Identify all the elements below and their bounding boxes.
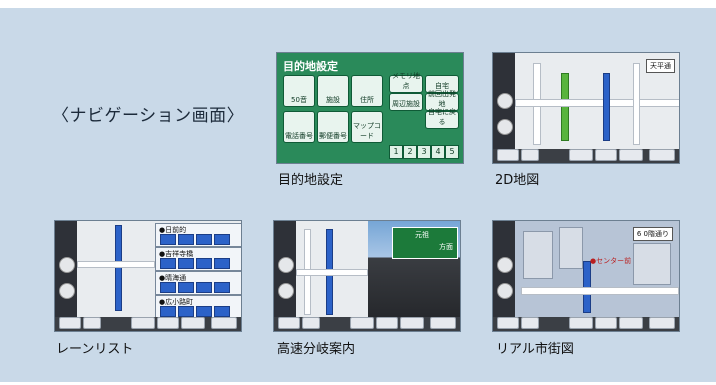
lane-cell bbox=[214, 306, 230, 317]
button-detail[interactable] bbox=[497, 317, 519, 329]
map-2d-screen: 天平通 bbox=[492, 52, 680, 164]
destination-menu-screen: 目的地設定 50音 施設 住所 メモリ地点 自宅 周辺施設 前回出発地 電話番号… bbox=[276, 52, 464, 164]
button-wide[interactable] bbox=[649, 317, 675, 329]
lane-cell bbox=[178, 306, 194, 317]
sidebar bbox=[493, 221, 515, 317]
button-nearby[interactable] bbox=[595, 317, 617, 329]
page: 〈ナビゲーション画面〉 目的地設定 50音 施設 住所 メモリ地点 自宅 周辺施… bbox=[0, 0, 716, 385]
lane-row: ●晴海通 bbox=[155, 271, 241, 295]
button-wide[interactable] bbox=[430, 317, 456, 329]
compass-icon bbox=[497, 257, 513, 273]
tile-postal[interactable]: 郵便番号 bbox=[317, 111, 349, 143]
lane-cell bbox=[160, 258, 176, 269]
map-tag: 天平通 bbox=[646, 59, 675, 73]
route-road bbox=[115, 225, 122, 311]
number-2[interactable]: 2 bbox=[403, 145, 417, 159]
lane-list-screen: ●日前的 ●吉祥寺橋 ●晴海通 ●広小路町 bbox=[54, 220, 242, 332]
dial-icon bbox=[497, 283, 513, 299]
compass-icon bbox=[59, 257, 75, 273]
sidebar bbox=[274, 221, 296, 317]
button-display[interactable] bbox=[569, 149, 593, 161]
building bbox=[523, 231, 553, 279]
map-tag: 6 0階通り bbox=[632, 227, 673, 241]
number-1[interactable]: 1 bbox=[389, 145, 403, 159]
caption-lane-list: レーンリスト bbox=[56, 342, 134, 357]
lane-cell bbox=[160, 282, 176, 293]
compass-icon bbox=[497, 93, 513, 109]
button-register[interactable] bbox=[400, 317, 424, 329]
lane-cell bbox=[214, 282, 230, 293]
button-scale[interactable] bbox=[302, 317, 320, 329]
lane-cell bbox=[196, 282, 212, 293]
lane-cell bbox=[196, 234, 212, 245]
button-wide[interactable] bbox=[649, 149, 675, 161]
compass-icon bbox=[278, 257, 294, 273]
dial-icon bbox=[278, 283, 294, 299]
lane-cell bbox=[178, 234, 194, 245]
button-scale[interactable] bbox=[83, 317, 101, 329]
building bbox=[633, 243, 671, 285]
button-display[interactable] bbox=[350, 317, 374, 329]
lane-row: ●日前的 bbox=[155, 223, 241, 247]
sidebar bbox=[493, 53, 515, 149]
route-road bbox=[603, 73, 610, 141]
tile-memory[interactable]: メモリ地点 bbox=[389, 72, 423, 93]
lane-cell bbox=[196, 258, 212, 269]
section-heading: 〈ナビゲーション画面〉 bbox=[52, 106, 245, 126]
number-4[interactable]: 4 bbox=[431, 145, 445, 159]
button-nearby[interactable] bbox=[157, 317, 179, 329]
lane-cell bbox=[214, 258, 230, 269]
caption-2d-map: 2D地図 bbox=[495, 173, 540, 188]
road bbox=[521, 287, 679, 295]
button-detail[interactable] bbox=[59, 317, 81, 329]
highlight-road bbox=[561, 73, 569, 141]
map-label: ●センター前 bbox=[590, 257, 632, 265]
caption-destination: 目的地設定 bbox=[278, 173, 344, 188]
button-nearby[interactable] bbox=[595, 149, 617, 161]
tile-go-home[interactable]: 自宅に戻る bbox=[425, 108, 459, 129]
button-scale[interactable] bbox=[521, 317, 539, 329]
button-register[interactable] bbox=[619, 317, 643, 329]
tile-address[interactable]: 住所 bbox=[351, 75, 383, 107]
lane-cell bbox=[196, 306, 212, 317]
tile-nearby[interactable]: 周辺施設 bbox=[389, 93, 423, 111]
background-panel: 〈ナビゲーション画面〉 目的地設定 50音 施設 住所 メモリ地点 自宅 周辺施… bbox=[0, 8, 716, 382]
button-detail[interactable] bbox=[497, 149, 519, 161]
real-city-screen: 6 0階通り ●センター前 bbox=[492, 220, 680, 332]
destination-title: 目的地設定 bbox=[283, 60, 338, 73]
highway-junction-screen: 元祖 方面 bbox=[273, 220, 461, 332]
number-3[interactable]: 3 bbox=[417, 145, 431, 159]
lane-row: ●吉祥寺橋 bbox=[155, 247, 241, 271]
lane-cell bbox=[214, 234, 230, 245]
button-display[interactable] bbox=[131, 317, 155, 329]
road bbox=[77, 261, 155, 268]
sidebar bbox=[55, 221, 77, 317]
road bbox=[515, 99, 679, 107]
button-wide[interactable] bbox=[211, 317, 237, 329]
number-5[interactable]: 5 bbox=[445, 145, 459, 159]
button-nearby[interactable] bbox=[376, 317, 398, 329]
tile-mapcode[interactable]: マップコード bbox=[351, 111, 383, 143]
lane-cell bbox=[178, 282, 194, 293]
dial-icon bbox=[497, 119, 513, 135]
road bbox=[633, 63, 640, 145]
lane-cell bbox=[160, 234, 176, 245]
highway-sign: 元祖 方面 bbox=[392, 227, 458, 259]
tile-facility[interactable]: 施設 bbox=[317, 75, 349, 107]
building bbox=[559, 227, 583, 269]
caption-highway: 高速分岐案内 bbox=[277, 342, 356, 357]
tile-phone[interactable]: 電話番号 bbox=[283, 111, 315, 143]
lane-row: ●広小路町 bbox=[155, 295, 241, 319]
button-display[interactable] bbox=[569, 317, 593, 329]
button-register[interactable] bbox=[181, 317, 205, 329]
button-zoom[interactable] bbox=[278, 317, 300, 329]
lane-cell bbox=[160, 306, 176, 317]
button-scale[interactable] bbox=[521, 149, 539, 161]
tile-50on[interactable]: 50音 bbox=[283, 75, 315, 107]
lane-cell bbox=[178, 258, 194, 269]
road bbox=[296, 269, 368, 276]
dial-icon bbox=[59, 283, 75, 299]
caption-real-city: リアル市街図 bbox=[496, 342, 574, 357]
button-register[interactable] bbox=[619, 149, 643, 161]
